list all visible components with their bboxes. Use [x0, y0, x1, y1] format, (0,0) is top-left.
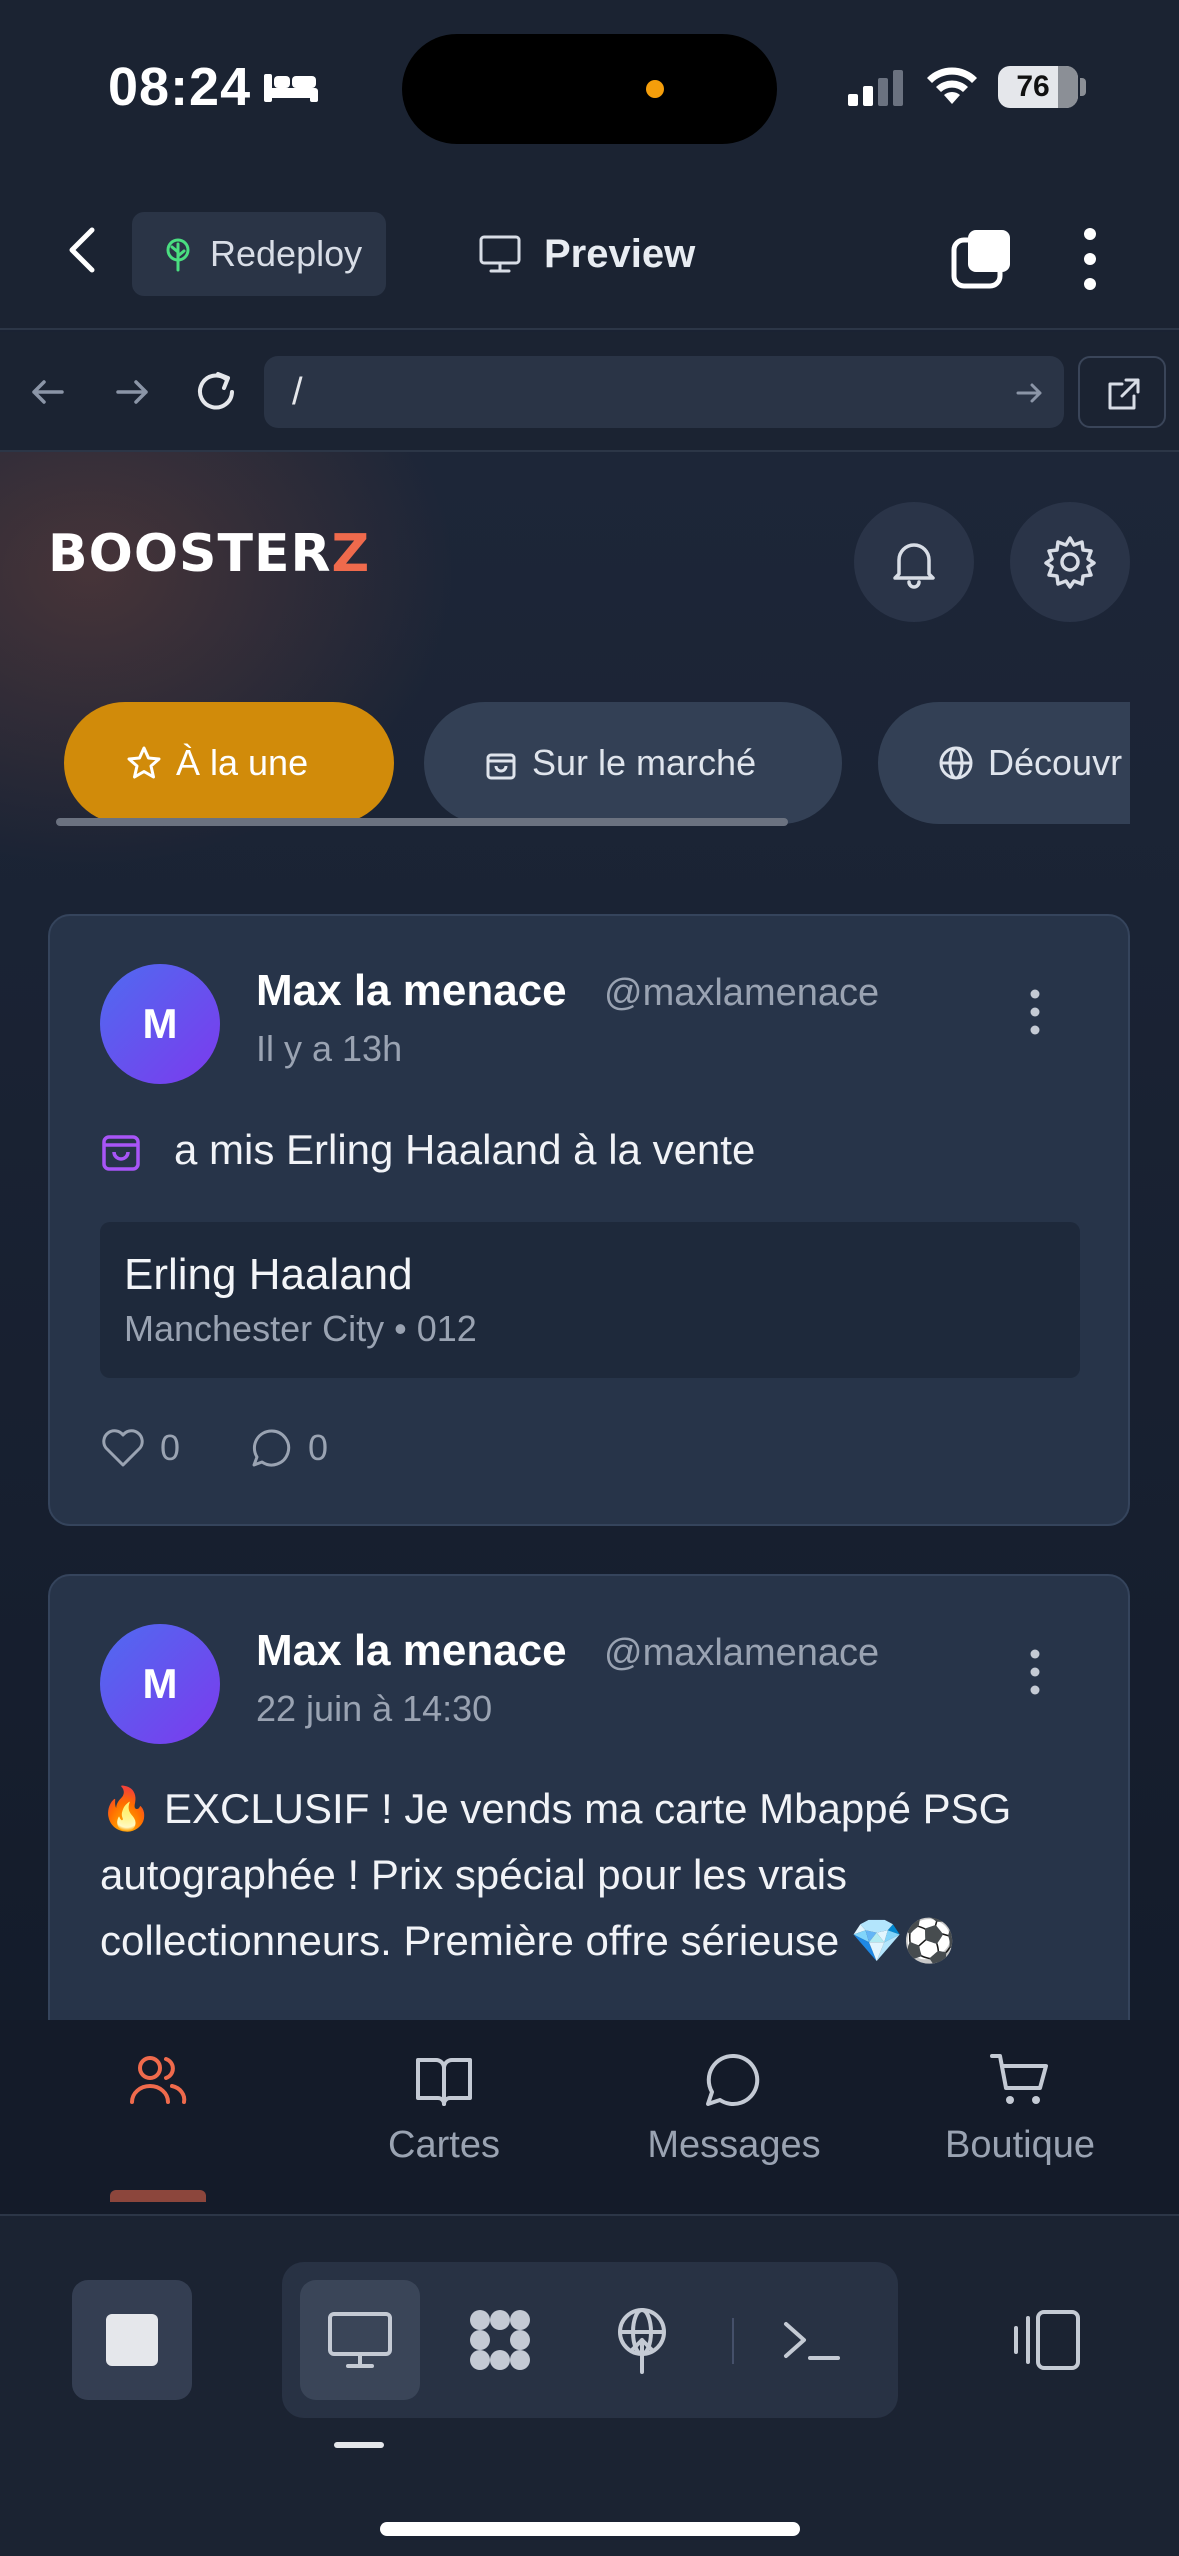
- monitor-icon: [479, 235, 521, 273]
- post-action-text: a mis Erling Haaland à la vente: [174, 1126, 756, 1173]
- post-body-text: 🔥 EXCLUSIF ! Je vends ma carte Mbappé PS…: [100, 1785, 1012, 1964]
- bell-icon: [893, 543, 935, 589]
- post-more-icon[interactable]: [1020, 1646, 1050, 1698]
- preview-view-button[interactable]: [300, 2280, 420, 2400]
- post-action-line: a mis Erling Haaland à la vente: [100, 1126, 755, 1174]
- card-team-number: Manchester City • 012: [124, 1308, 477, 1349]
- post-author-name[interactable]: Max la menace: [256, 966, 567, 1016]
- globe-icon: [939, 746, 973, 780]
- preview-tab[interactable]: Preview: [478, 212, 695, 296]
- browser-url-bar: /: [0, 332, 1179, 452]
- listed-card-preview[interactable]: Erling Haaland Manchester City • 012: [100, 1222, 1080, 1378]
- chip-decouvrir[interactable]: Découvr: [878, 702, 1130, 824]
- nav-label: Messages: [647, 2124, 821, 2166]
- stop-button[interactable]: [72, 2280, 192, 2400]
- home-indicator: [380, 2522, 800, 2536]
- ide-toolbar: [0, 2214, 1179, 2556]
- comment-icon: [252, 1429, 291, 1467]
- chip-sur-le-marche[interactable]: Sur le marché: [424, 702, 842, 824]
- site-logo[interactable]: BOOSTERZ: [48, 524, 370, 584]
- star-icon: [127, 746, 161, 779]
- cart-icon: [990, 2054, 1048, 2104]
- users-icon: [130, 2056, 187, 2104]
- tabs-icon[interactable]: [950, 226, 1014, 290]
- more-options-icon[interactable]: [1070, 224, 1110, 294]
- avatar[interactable]: M: [100, 1624, 220, 1744]
- shopping-bag-icon: [102, 1135, 140, 1171]
- url-text: /: [292, 371, 303, 413]
- panel-toggle-icon[interactable]: [1008, 2308, 1084, 2372]
- monitor-icon: [328, 2312, 392, 2368]
- wifi-icon: [927, 67, 977, 104]
- like-count: 0: [160, 1427, 181, 1468]
- reload-icon[interactable]: [192, 368, 240, 416]
- redeploy-button[interactable]: Redeploy: [132, 212, 386, 296]
- post-author-name[interactable]: Max la menace: [256, 1626, 567, 1676]
- status-bar: 08:24 76: [0, 0, 1179, 170]
- chips-scrollbar[interactable]: [56, 818, 788, 826]
- site-bottom-nav: Cartes Messages Boutique: [0, 2020, 1179, 2214]
- nav-item-community[interactable]: [38, 2050, 278, 2124]
- globe-upload-icon: [618, 2308, 666, 2374]
- stop-icon: [106, 2314, 158, 2366]
- nav-item-messages[interactable]: Messages: [614, 2050, 854, 2167]
- feed-post: M Max la menace @maxlamenace 22 juin à 1…: [48, 1574, 1130, 2020]
- chip-label: Sur le marché: [532, 742, 757, 783]
- grid-blob-icon: [470, 2310, 530, 2370]
- comment-count: 0: [308, 1427, 329, 1468]
- like-button[interactable]: 0: [100, 1427, 180, 1469]
- app-header: Redeploy Preview: [0, 170, 1179, 330]
- feed-post: M Max la menace @maxlamenace Il y a 13h …: [48, 914, 1130, 1526]
- terminal-icon: [784, 2322, 840, 2360]
- post-stats: 0 0: [100, 1426, 398, 1470]
- web-preview-content: BOOSTERZ À la une Sur le marché Découvr …: [0, 452, 1179, 2020]
- post-author-handle[interactable]: @maxlamenace: [604, 972, 879, 1015]
- external-link-icon: [1108, 378, 1140, 410]
- nav-item-boutique[interactable]: Boutique: [900, 2050, 1140, 2167]
- nav-label: Boutique: [944, 2124, 1095, 2166]
- url-input[interactable]: /: [264, 356, 1064, 428]
- segment-divider: [732, 2318, 734, 2364]
- redeploy-label: Redeploy: [210, 233, 363, 274]
- go-arrow-icon[interactable]: [1014, 378, 1044, 408]
- status-time: 08:24: [108, 57, 252, 117]
- post-timestamp: 22 juin à 14:30: [256, 1688, 493, 1729]
- heart-icon: [102, 1429, 144, 1467]
- active-nav-indicator: [110, 2190, 206, 2202]
- chip-a-la-une[interactable]: À la une: [64, 702, 394, 824]
- database-view-button[interactable]: [440, 2280, 560, 2400]
- active-view-indicator: [334, 2442, 384, 2448]
- book-icon: [416, 2058, 472, 2106]
- battery-tip: [1080, 78, 1086, 96]
- preview-label: Preview: [544, 231, 696, 276]
- battery-indicator: 76: [998, 66, 1078, 108]
- dynamic-island: [402, 34, 777, 144]
- chat-icon: [706, 2053, 760, 2106]
- gear-icon: [1044, 536, 1096, 589]
- comment-button[interactable]: 0: [250, 1426, 328, 1470]
- deploy-tree-icon: [166, 238, 190, 272]
- avatar[interactable]: M: [100, 964, 220, 1084]
- open-external-button[interactable]: [1078, 356, 1166, 428]
- post-timestamp: Il y a 13h: [256, 1028, 403, 1069]
- post-more-icon[interactable]: [1020, 986, 1050, 1038]
- arrow-left-icon[interactable]: [24, 368, 72, 416]
- cellular-signal-icon: [848, 70, 903, 106]
- post-author-handle[interactable]: @maxlamenace: [604, 1632, 879, 1675]
- back-chevron-icon[interactable]: [56, 218, 112, 282]
- notifications-button[interactable]: [854, 502, 974, 622]
- shopping-bag-icon: [486, 753, 516, 780]
- chip-label: À la une: [176, 742, 309, 783]
- view-switcher: [282, 2262, 898, 2418]
- sleep-focus-icon: [264, 74, 318, 102]
- nav-label: Cartes: [388, 2124, 500, 2166]
- deploy-view-button[interactable]: [582, 2280, 702, 2400]
- card-player-name: Erling Haaland: [124, 1250, 413, 1299]
- console-view-button[interactable]: [752, 2280, 872, 2400]
- chip-label: Découvr: [988, 742, 1123, 783]
- feed-filter-chips: À la une Sur le marché Découvr: [0, 702, 1130, 852]
- nav-item-cartes[interactable]: Cartes: [324, 2050, 564, 2167]
- arrow-right-icon[interactable]: [108, 368, 156, 416]
- settings-button[interactable]: [1010, 502, 1130, 622]
